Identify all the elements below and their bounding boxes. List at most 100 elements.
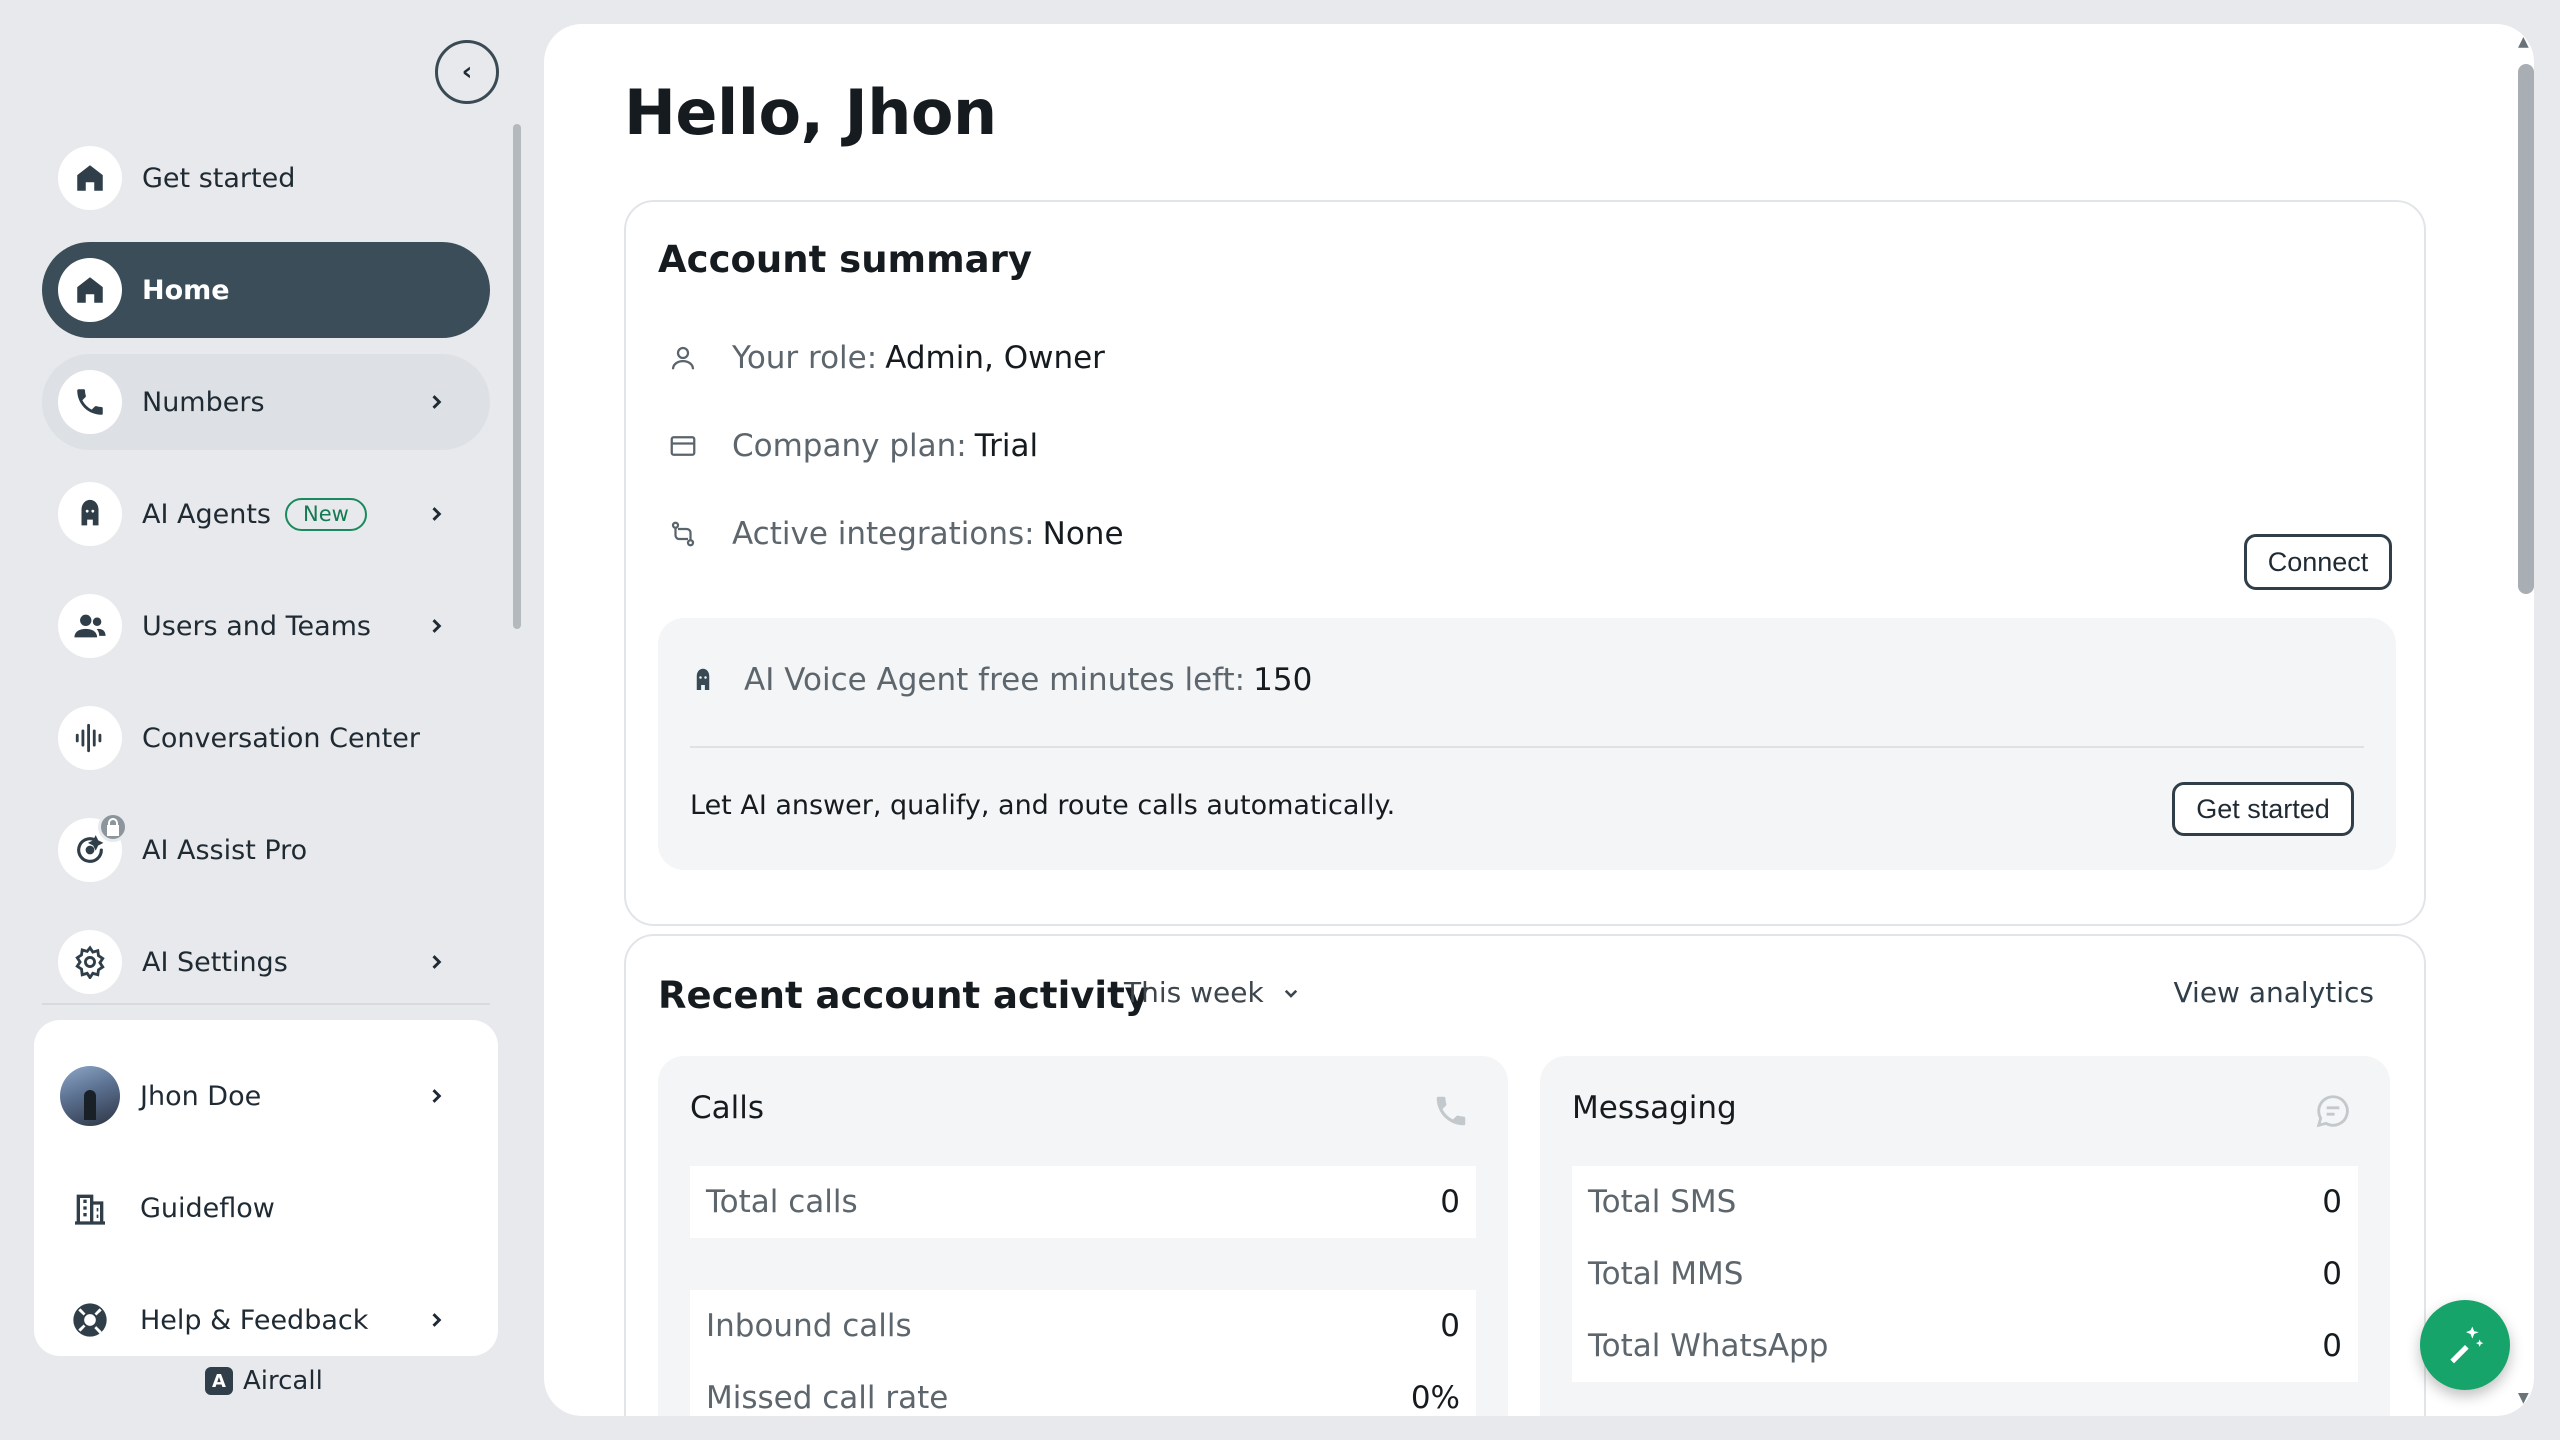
total-sms-value: 0	[2322, 1184, 2342, 1220]
inbound-calls-value: 0	[1440, 1308, 1460, 1344]
sidebar-item-label: Home	[142, 274, 230, 306]
chevron-right-icon	[432, 955, 442, 969]
sidebar-item-label: AI Agents	[142, 498, 272, 530]
sidebar-item-label: AI Assist Pro	[142, 834, 308, 866]
total-sms-label: Total SMS	[1588, 1184, 1737, 1220]
total-mms-row: Total MMS 0	[1572, 1238, 2358, 1310]
get-started-button[interactable]: Get started	[2172, 782, 2354, 836]
chevron-left-icon: ‹	[461, 57, 473, 87]
role-row: Your role: Admin, Owner	[668, 340, 1105, 376]
role-value: Admin, Owner	[885, 340, 1105, 376]
users-icon	[58, 594, 122, 658]
ai-assistant-button[interactable]	[2420, 1300, 2510, 1390]
missed-call-rate-row: Missed call rate 0%	[690, 1362, 1476, 1416]
ai-assist-icon	[58, 812, 128, 882]
messaging-panel: Messaging Total SMS 0 Total MMS 0 Total …	[1540, 1056, 2390, 1416]
account-summary-card: Account summary Your role: Admin, Owner …	[624, 200, 2426, 926]
period-select[interactable]: This week	[1124, 976, 1300, 1009]
sidebar-item-users-and-teams[interactable]: Users and Teams	[42, 578, 490, 674]
sidebar-item-numbers[interactable]: Numbers	[42, 354, 490, 450]
recent-activity-title: Recent account activity	[658, 974, 1149, 1017]
user-icon	[671, 346, 695, 370]
chevron-right-icon	[432, 1313, 442, 1327]
role-label: Your role:	[732, 340, 878, 376]
sidebar-item-label: Conversation Center	[142, 722, 420, 754]
brand-logo: A Aircall	[205, 1366, 323, 1396]
period-select-value: This week	[1124, 976, 1264, 1009]
home-icon	[58, 146, 122, 210]
lifebuoy-icon	[60, 1290, 120, 1350]
plan-row: Company plan: Trial	[668, 428, 1038, 464]
account-summary-title: Account summary	[658, 238, 1032, 281]
sidebar: ‹ Get started Home Numbers AI Agents New	[0, 0, 530, 1440]
ai-agent-icon	[58, 482, 122, 546]
scroll-down-icon[interactable]: ▼	[2518, 1390, 2529, 1406]
total-whatsapp-row: Total WhatsApp 0	[1572, 1310, 2358, 1382]
sidebar-item-label: AI Settings	[142, 946, 288, 978]
total-calls-row: Total calls 0	[690, 1166, 1476, 1238]
connect-button[interactable]: Connect	[2244, 534, 2392, 590]
sidebar-item-help-feedback[interactable]: Help & Feedback	[34, 1272, 498, 1368]
sidebar-item-conversation-center[interactable]: Conversation Center	[42, 690, 490, 786]
calls-title: Calls	[690, 1090, 765, 1126]
sidebar-item-label: Get started	[142, 162, 296, 194]
sidebar-item-ai-settings[interactable]: AI Settings	[42, 914, 490, 1010]
sidebar-item-label: Jhon Doe	[140, 1080, 262, 1112]
main-scrollbar-thumb[interactable]	[2518, 64, 2534, 594]
recent-activity-card: Recent account activity This week View a…	[624, 934, 2426, 1416]
ai-voice-agent-panel: AI Voice Agent free minutes left: 150 Le…	[658, 618, 2396, 870]
sidebar-divider	[42, 1003, 490, 1005]
building-icon	[60, 1178, 120, 1238]
ai-minutes-row: AI Voice Agent free minutes left: 150	[688, 662, 1312, 698]
sidebar-item-label: Guideflow	[140, 1192, 275, 1224]
chat-icon	[2316, 1095, 2349, 1128]
page-title: Hello, Jhon	[624, 76, 997, 149]
calls-detail-block: Inbound calls 0 Missed call rate 0%	[690, 1290, 1476, 1416]
avatar	[60, 1066, 120, 1126]
chevron-right-icon	[432, 1089, 442, 1103]
credit-card-icon	[670, 436, 696, 456]
aircall-logo-icon: A	[205, 1367, 233, 1395]
home-icon	[58, 258, 122, 322]
sidebar-item-get-started[interactable]: Get started	[42, 130, 490, 226]
missed-call-rate-label: Missed call rate	[706, 1380, 949, 1416]
sidebar-item-label: Numbers	[142, 386, 265, 418]
sidebar-item-label: Users and Teams	[142, 610, 371, 642]
scroll-up-icon[interactable]: ▲	[2518, 34, 2529, 50]
total-mms-value: 0	[2322, 1256, 2342, 1292]
chevron-down-icon	[1284, 989, 1297, 998]
sidebar-item-user-profile[interactable]: Jhon Doe	[34, 1048, 498, 1144]
waveform-icon	[58, 706, 122, 770]
messaging-title: Messaging	[1572, 1090, 1737, 1126]
ai-minutes-value: 150	[1253, 662, 1313, 698]
sidebar-item-guideflow[interactable]: Guideflow	[34, 1160, 498, 1256]
ai-agent-icon	[696, 668, 710, 690]
phone-icon	[58, 370, 122, 434]
collapse-sidebar-button[interactable]: ‹	[435, 40, 499, 104]
sidebar-scrollbar[interactable]	[513, 124, 521, 629]
integrations-label: Active integrations:	[732, 516, 1035, 552]
missed-call-rate-value: 0%	[1410, 1380, 1460, 1416]
divider	[690, 746, 2364, 748]
plan-value: Trial	[974, 428, 1039, 464]
sidebar-item-ai-assist-pro[interactable]: AI Assist Pro	[42, 802, 490, 898]
total-sms-row: Total SMS 0	[1572, 1166, 2358, 1238]
phone-icon	[1436, 1096, 1466, 1126]
ai-promo-text: Let AI answer, qualify, and route calls …	[690, 790, 1396, 821]
sidebar-item-home[interactable]: Home	[42, 242, 490, 338]
total-calls-label: Total calls	[706, 1184, 858, 1220]
total-whatsapp-value: 0	[2322, 1328, 2342, 1364]
messaging-detail-block: Total SMS 0 Total MMS 0 Total WhatsApp 0	[1572, 1166, 2358, 1382]
main-scrollbar[interactable]: ▲ ▼	[2512, 34, 2534, 1406]
sidebar-item-label: Help & Feedback	[140, 1304, 369, 1336]
view-analytics-link[interactable]: View analytics	[2174, 976, 2375, 1009]
inbound-calls-label: Inbound calls	[706, 1308, 912, 1344]
main-content: Hello, Jhon Account summary Your role: A…	[544, 24, 2534, 1416]
brand-name: Aircall	[243, 1366, 323, 1396]
sidebar-item-ai-agents[interactable]: AI Agents New	[42, 466, 490, 562]
plan-label: Company plan:	[732, 428, 967, 464]
integrations-row: Active integrations: None	[668, 516, 1124, 552]
inbound-calls-row: Inbound calls 0	[690, 1290, 1476, 1362]
gear-icon	[58, 930, 122, 994]
chevron-right-icon	[432, 507, 442, 521]
